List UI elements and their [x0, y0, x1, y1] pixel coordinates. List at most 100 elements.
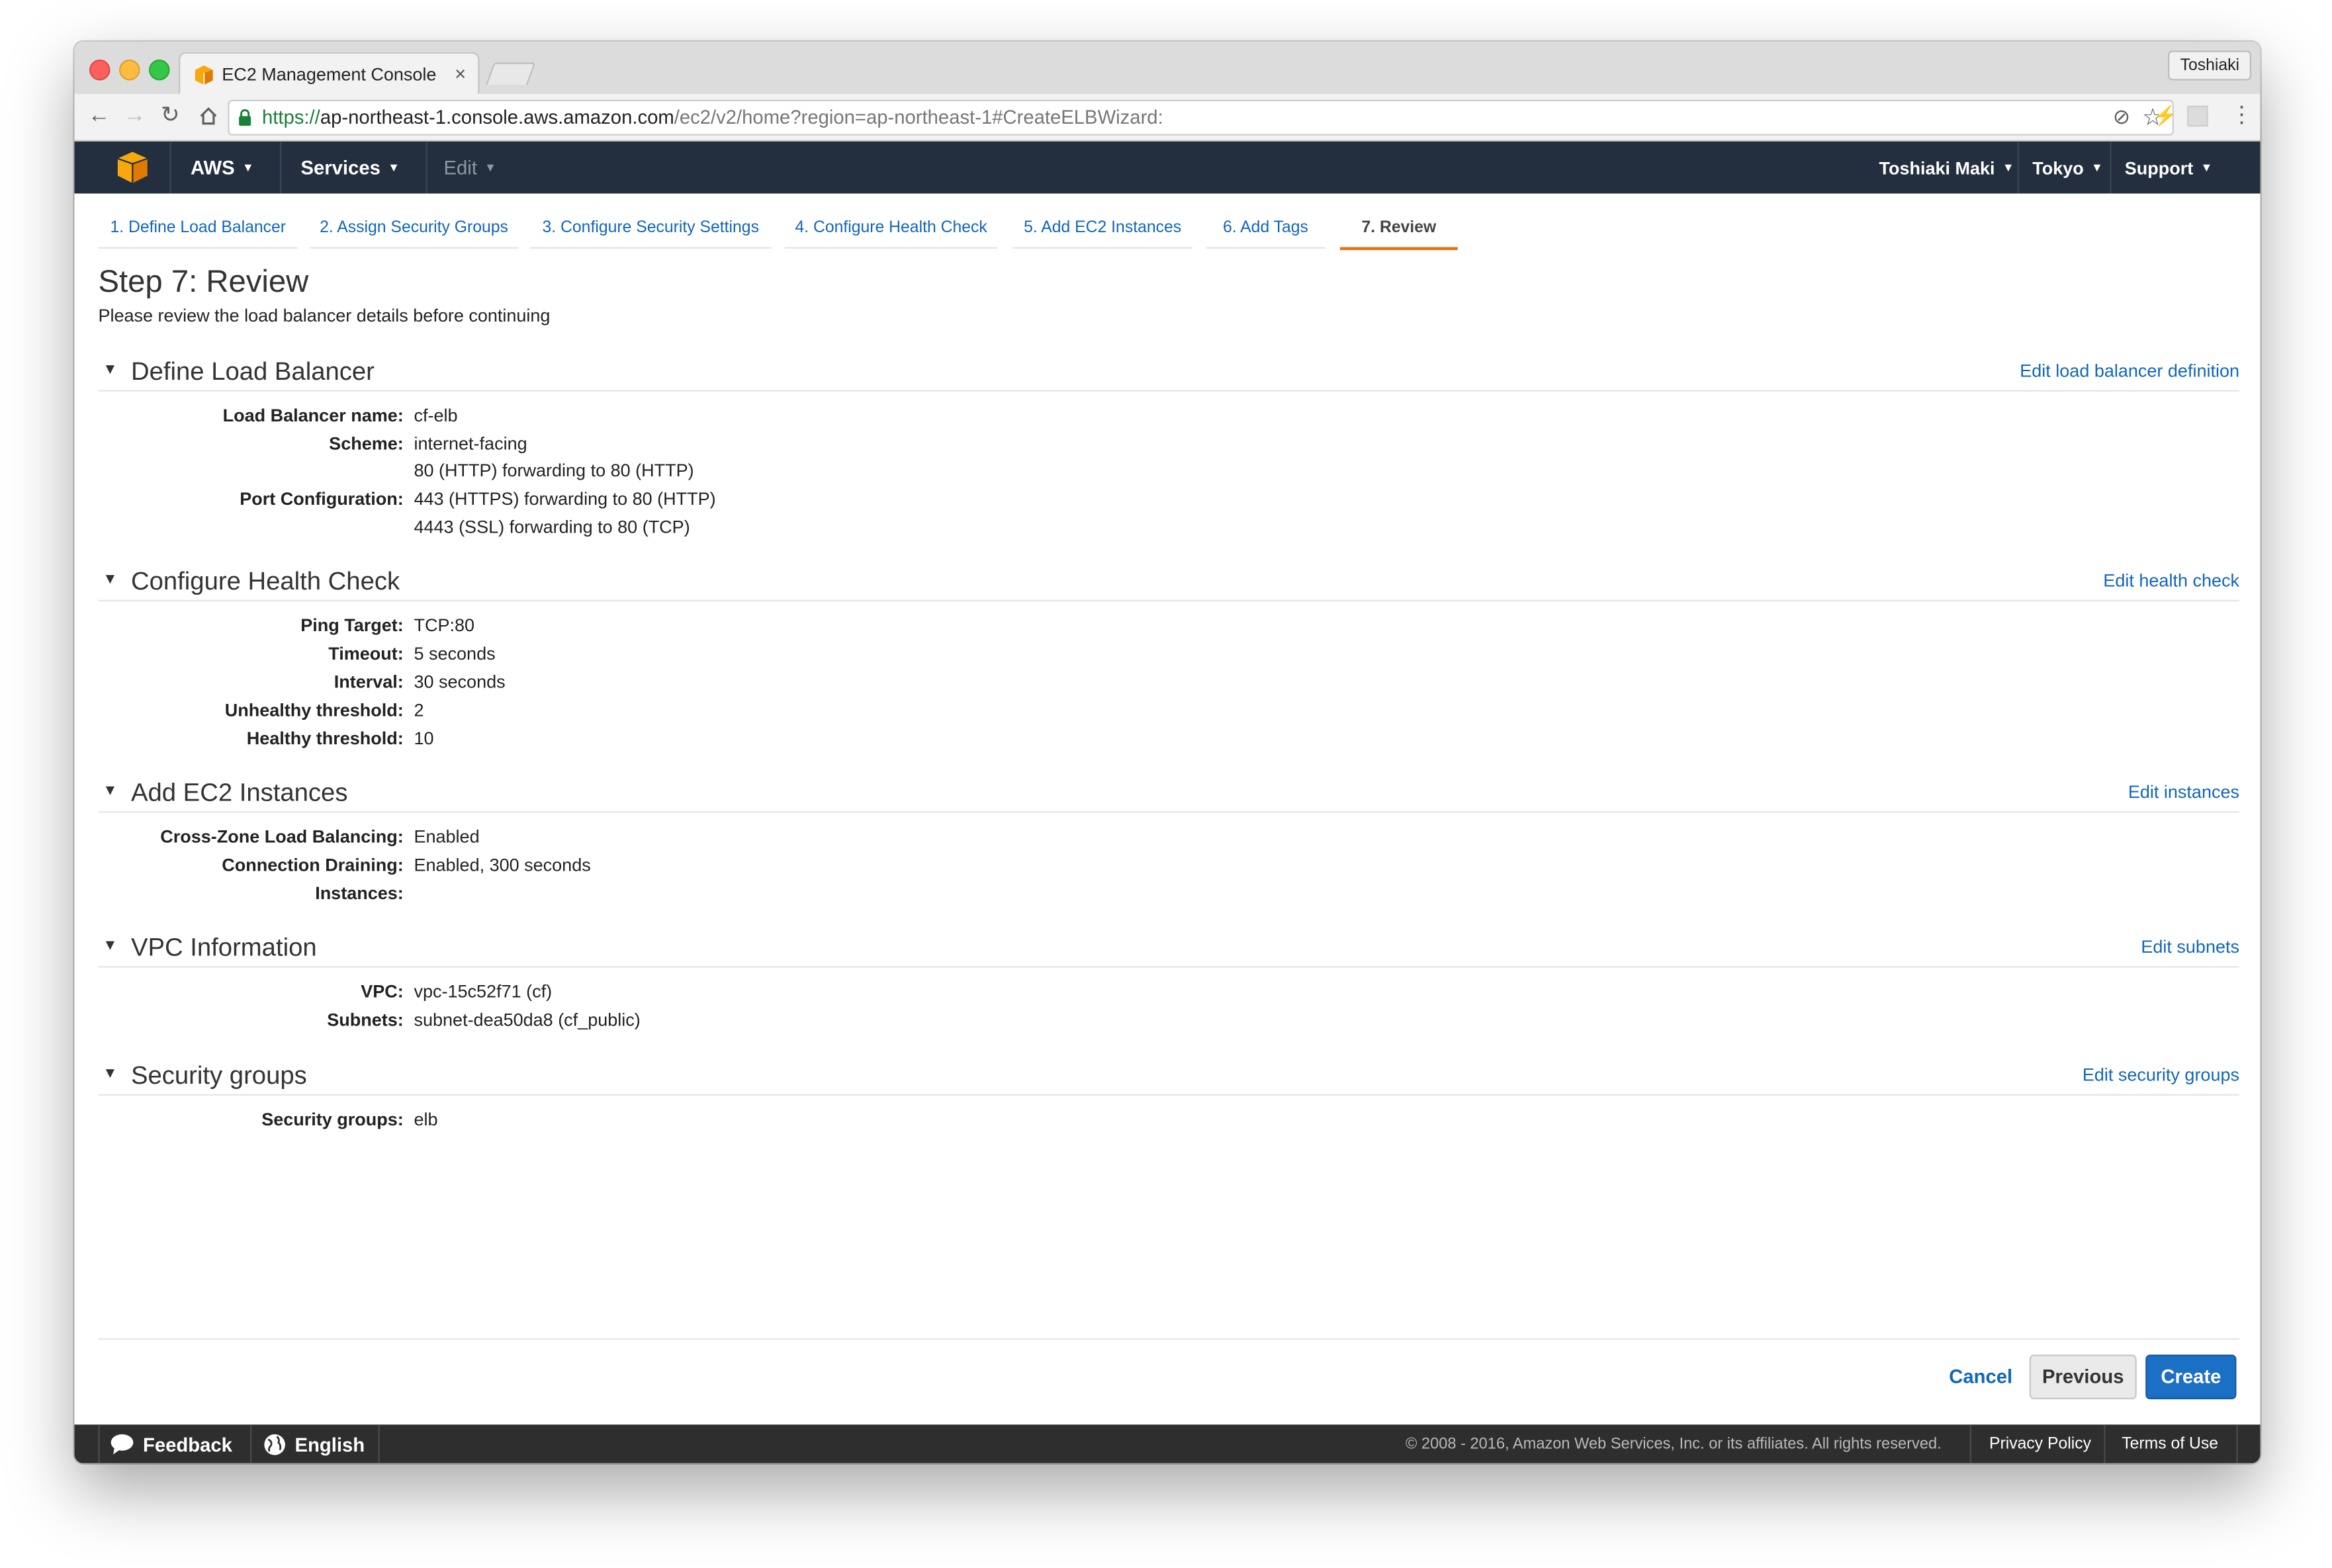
url-scheme: https:// — [262, 105, 320, 128]
detail-row-connection-draining: Connection Draining: Enabled, 300 seconds — [75, 855, 1206, 883]
field-value: subnet-dea50da8 (cf_public) — [414, 1009, 641, 1031]
user-menu[interactable]: Toshiaki Maki ▼ — [1879, 158, 2014, 179]
footer-divider — [98, 1424, 100, 1463]
field-value: cf-elb — [414, 405, 458, 426]
step-add-tags[interactable]: 6. Add Tags — [1206, 219, 1325, 249]
collapse-arrow-icon[interactable]: ▼ — [103, 362, 117, 378]
edit-menu[interactable]: Edit ▼ — [444, 156, 496, 179]
zoom-window-button[interactable] — [149, 60, 170, 81]
field-label: Unhealthy threshold: — [224, 699, 404, 721]
field-value: 2 — [414, 699, 424, 721]
url-text: https://ap-northeast-1.console.aws.amazo… — [262, 106, 1163, 128]
close-window-button[interactable] — [89, 60, 111, 81]
privacy-policy-link[interactable]: Privacy Policy — [1989, 1435, 2091, 1453]
aws-cube-icon[interactable] — [117, 152, 148, 183]
edit-menu-label: Edit — [443, 156, 477, 179]
page-title: Step 7: Review — [98, 265, 309, 300]
detail-row-port-80: 80 (HTTP) forwarding to 80 (HTTP) — [75, 460, 1206, 488]
section-security-groups[interactable]: ▼ Security groups Edit security groups — [98, 1059, 2239, 1096]
section-configure-health-check[interactable]: ▼ Configure Health Check Edit health che… — [98, 564, 2239, 601]
detail-row-ping-target: Ping Target: TCP:80 — [75, 615, 1206, 643]
section-title: Add EC2 Instances — [131, 778, 348, 807]
support-menu[interactable]: Support ▼ — [2125, 158, 2213, 179]
field-value: 30 seconds — [414, 671, 506, 693]
collapse-arrow-icon[interactable]: ▼ — [103, 572, 117, 588]
edit-health-check-link[interactable]: Edit health check — [2103, 570, 2239, 591]
collapse-arrow-icon[interactable]: ▼ — [103, 783, 117, 800]
aws-cube-icon — [195, 65, 213, 85]
create-button[interactable]: Create — [2145, 1354, 2237, 1399]
step-review[interactable]: 7. Review — [1340, 219, 1458, 250]
field-label: Load Balancer name: — [222, 405, 404, 426]
field-value: vpc-15c52f71 (cf) — [414, 980, 553, 1002]
detail-row-load-balancer-name: Load Balancer name: cf-elb — [75, 405, 1206, 433]
extension-icon[interactable]: ⊘ — [2113, 101, 2130, 131]
aws-menu[interactable]: AWS ▼ — [191, 156, 254, 179]
services-menu-label: Services — [300, 156, 381, 179]
footer-divider — [2104, 1424, 2106, 1463]
section-title: Define Load Balancer — [131, 357, 375, 386]
section-add-ec2-instances[interactable]: ▼ Add EC2 Instances Edit instances — [98, 775, 2239, 813]
chevron-down-icon: ▼ — [242, 161, 254, 175]
address-bar[interactable]: https://ap-northeast-1.console.aws.amazo… — [228, 99, 2174, 136]
browser-toolbar: ← → ↻ https://ap-northeast-1.console.aws… — [74, 93, 2261, 142]
step-define-load-balancer[interactable]: 1. Define Load Balancer — [98, 219, 298, 249]
detail-row-port-4443: 4443 (SSL) forwarding to 80 (TCP) — [75, 517, 1206, 545]
home-icon[interactable] — [198, 106, 219, 127]
field-value: 443 (HTTPS) forwarding to 80 (HTTP) — [414, 488, 716, 509]
field-label: Ping Target: — [300, 615, 404, 636]
detail-row-scheme: Scheme: internet-facing — [75, 433, 1206, 462]
reload-icon[interactable]: ↻ — [161, 101, 179, 131]
field-label: Timeout: — [328, 643, 404, 664]
edit-instances-link[interactable]: Edit instances — [2128, 781, 2239, 803]
terms-of-use-link[interactable]: Terms of Use — [2122, 1435, 2218, 1453]
step-configure-health-check[interactable]: 4. Configure Health Check — [784, 219, 998, 249]
flash-extension-icon[interactable]: ⚡ — [2153, 101, 2177, 131]
edit-subnets-link[interactable]: Edit subnets — [2141, 936, 2239, 957]
aws-top-nav: AWS ▼ Services ▼ Edit ▼ Toshiaki Maki ▼ Toky… — [74, 141, 2261, 194]
detail-row-subnets: Subnets: subnet-dea50da8 (cf_public) — [75, 1010, 1206, 1038]
section-title: Security groups — [131, 1061, 307, 1090]
previous-button[interactable]: Previous — [2029, 1354, 2137, 1399]
detail-row-security-groups: Security groups: elb — [75, 1109, 1206, 1137]
section-title: Configure Health Check — [131, 567, 400, 595]
section-title: VPC Information — [131, 933, 317, 962]
collapse-arrow-icon[interactable]: ▼ — [103, 1066, 117, 1082]
extension-puzzle-icon[interactable] — [2187, 105, 2208, 127]
step-configure-security-settings[interactable]: 3. Configure Security Settings — [530, 219, 772, 249]
collapse-arrow-icon[interactable]: ▼ — [103, 938, 117, 955]
browser-tab[interactable]: EC2 Management Console × — [179, 52, 480, 97]
step-add-ec2-instances[interactable]: 5. Add EC2 Instances — [1012, 219, 1193, 249]
edit-load-balancer-definition-link[interactable]: Edit load balancer definition — [2020, 361, 2239, 382]
nav-divider — [280, 141, 282, 194]
globe-icon — [264, 1434, 285, 1456]
step-assign-security-groups[interactable]: 2. Assign Security Groups — [310, 219, 518, 249]
region-menu[interactable]: Tokyo ▼ — [2032, 158, 2103, 179]
field-value: 10 — [414, 728, 434, 749]
menu-icon[interactable]: ⋮ — [2231, 101, 2253, 131]
console-footer: Feedback English © 2008 - 2016, Amazon W… — [74, 1424, 2261, 1463]
new-tab-button[interactable] — [486, 62, 536, 85]
detail-row-unhealthy-threshold: Unhealthy threshold: 2 — [75, 700, 1206, 728]
cancel-button[interactable]: Cancel — [1949, 1365, 2012, 1387]
language-selector[interactable]: English — [263, 1434, 365, 1456]
back-icon[interactable]: ← — [88, 101, 111, 131]
close-tab-icon[interactable]: × — [455, 63, 466, 85]
field-value: 5 seconds — [414, 643, 496, 664]
feedback-link[interactable]: Feedback — [111, 1434, 232, 1456]
footer-divider — [1969, 1424, 1971, 1463]
detail-row-vpc: VPC: vpc-15c52f71 (cf) — [75, 981, 1206, 1010]
minimize-window-button[interactable] — [119, 60, 140, 81]
actions-divider — [98, 1338, 2239, 1340]
section-vpc-information[interactable]: ▼ VPC Information Edit subnets — [98, 930, 2239, 968]
services-menu[interactable]: Services ▼ — [301, 156, 400, 179]
field-label: Instances: — [315, 883, 404, 904]
edit-security-groups-link[interactable]: Edit security groups — [2083, 1065, 2239, 1086]
section-define-load-balancer[interactable]: ▼ Define Load Balancer Edit load balance… — [98, 355, 2239, 392]
profile-button[interactable]: Toshiaki — [2168, 50, 2251, 81]
chevron-down-icon: ▼ — [484, 161, 496, 175]
chevron-down-icon: ▼ — [2200, 161, 2213, 175]
detail-row-healthy-threshold: Healthy threshold: 10 — [75, 728, 1206, 756]
tab-title: EC2 Management Console — [222, 64, 437, 85]
forward-icon[interactable]: → — [124, 101, 146, 131]
